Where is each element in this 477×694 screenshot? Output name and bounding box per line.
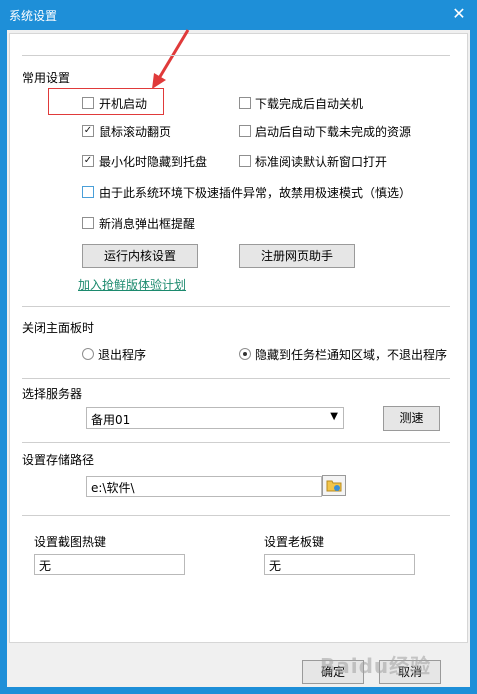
resume-download-checkbox[interactable] — [239, 125, 251, 137]
speed-test-button[interactable]: 测速 — [383, 406, 440, 431]
startup-checkbox[interactable] — [82, 97, 94, 109]
scroll-page-checkbox[interactable]: ✓ — [82, 125, 94, 137]
screenshot-hotkey-label: 设置截图热键 — [34, 535, 107, 549]
tray-radio[interactable] — [239, 348, 251, 360]
separator — [22, 55, 450, 56]
separator — [22, 442, 450, 443]
section-close-header: 关闭主面板时 — [22, 321, 95, 335]
separator — [22, 515, 450, 516]
folder-icon — [326, 480, 342, 492]
boss-key-label: 设置老板键 — [264, 535, 325, 549]
tray-label: 隐藏到任务栏通知区域，不退出程序 — [255, 348, 448, 362]
hide-tray-label: 最小化时隐藏到托盘 — [99, 155, 208, 169]
auto-shutdown-label: 下载完成后自动关机 — [255, 97, 364, 111]
section-general-header: 常用设置 — [22, 71, 71, 85]
auto-shutdown-checkbox[interactable] — [239, 97, 251, 109]
window-title: 系统设置 — [9, 9, 58, 23]
radio-dot-icon — [243, 352, 247, 356]
separator — [22, 378, 450, 379]
resume-download-label: 启动后自动下载未完成的资源 — [255, 125, 412, 139]
server-selected-value: 备用01 — [91, 413, 131, 427]
scroll-page-label: 鼠标滚动翻页 — [99, 125, 172, 139]
screenshot-hotkey-input[interactable]: 无 — [34, 554, 185, 575]
startup-label: 开机启动 — [99, 97, 148, 111]
disable-speed-checkbox[interactable] — [82, 186, 94, 198]
popup-notice-label: 新消息弹出框提醒 — [99, 217, 196, 231]
server-select[interactable]: 备用01 ▼ — [86, 407, 344, 429]
exit-radio[interactable] — [82, 348, 94, 360]
section-server-header: 选择服务器 — [22, 387, 83, 401]
storage-path-input[interactable]: e:\软件\ — [86, 476, 322, 497]
separator — [22, 306, 450, 307]
annotation-arrow-icon — [152, 29, 190, 89]
title-bar[interactable] — [0, 0, 477, 30]
exit-label: 退出程序 — [98, 348, 147, 362]
disable-speed-label: 由于此系统环境下极速插件异常，故禁用极速模式（慎选） — [99, 186, 412, 200]
boss-key-input[interactable]: 无 — [264, 554, 415, 575]
chevron-down-icon[interactable]: ▼ — [330, 411, 338, 422]
popup-notice-checkbox[interactable] — [82, 217, 94, 229]
section-storage-header: 设置存储路径 — [22, 453, 95, 467]
new-window-label: 标准阅读默认新窗口打开 — [255, 155, 388, 169]
watermark: Baidu经验 — [320, 654, 432, 678]
trial-program-link[interactable]: 加入抢鲜版体验计划 — [78, 276, 186, 293]
hide-tray-checkbox[interactable]: ✓ — [82, 155, 94, 167]
new-window-checkbox[interactable] — [239, 155, 251, 167]
web-helper-button[interactable]: 注册网页助手 — [239, 244, 355, 268]
kernel-settings-button[interactable]: 运行内核设置 — [82, 244, 198, 268]
browse-folder-button[interactable] — [322, 475, 346, 496]
close-icon[interactable]: ✕ — [448, 3, 470, 25]
